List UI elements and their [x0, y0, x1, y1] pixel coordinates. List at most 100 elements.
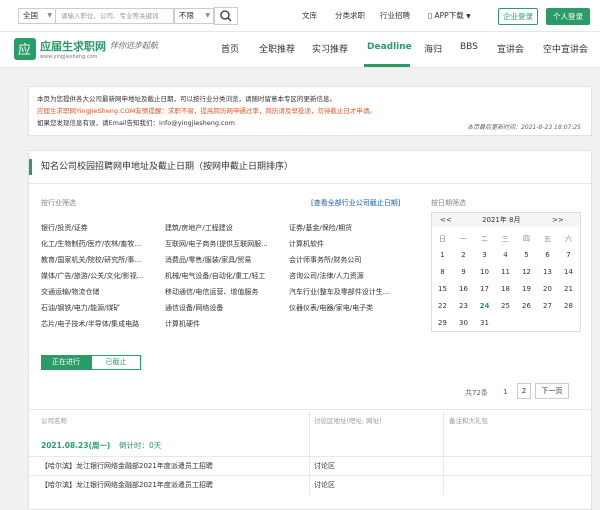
calendar-day[interactable]: 16: [453, 285, 474, 293]
calendar-day[interactable]: 21: [558, 285, 579, 293]
weekday-label: 三: [502, 235, 509, 243]
category-link[interactable]: 互联网/电子商务(提供互联网服...: [165, 239, 283, 249]
category-link[interactable]: 建筑/房地产/工程建设: [165, 223, 283, 233]
tab-expired[interactable]: 已截止: [91, 355, 141, 370]
category-link[interactable]: 计算机软件: [289, 239, 419, 249]
page-1-link[interactable]: 1: [503, 388, 507, 396]
calendar-day[interactable]: 23: [453, 302, 474, 310]
calendar-day[interactable]: 8: [432, 268, 453, 276]
nav-online-talks[interactable]: 空中宣讲会: [543, 42, 588, 55]
calendar-day[interactable]: 22: [432, 302, 453, 310]
search-icon: [220, 10, 232, 22]
category-link[interactable]: 仪器仪表/电器/家电/电子类: [289, 303, 419, 313]
calendar-day[interactable]: 14: [558, 268, 579, 276]
category-link[interactable]: 汽车行业(整车及零部件设计生...: [289, 287, 419, 297]
calendar-day[interactable]: 7: [558, 251, 579, 259]
date-group-row: 2021.08.23(周一) 倒计时：0天: [29, 437, 591, 455]
calendar-day[interactable]: 17: [474, 285, 495, 293]
category-link[interactable]: 通信设备/网络设备: [165, 303, 283, 313]
table-row[interactable]: 【哈尔滨】龙江银行网络金融部2021年度派遣员工招聘 讨论区: [29, 475, 591, 494]
category-link[interactable]: 计算机硬件: [165, 319, 283, 329]
logo-icon[interactable]: 应: [14, 38, 36, 60]
calendar-day[interactable]: 30: [453, 319, 474, 327]
link-category-jobs[interactable]: 分类求职: [335, 10, 365, 21]
calendar-day[interactable]: 9: [453, 268, 474, 276]
calendar-day[interactable]: 29: [432, 319, 453, 327]
category-link[interactable]: 咨询公司/法律/人力资源: [289, 271, 419, 281]
calendar-day[interactable]: 15: [432, 285, 453, 293]
weekday-label: 六: [565, 235, 572, 243]
type-select[interactable]: 不限 ▼: [174, 8, 214, 24]
category-link[interactable]: 证券/基金/保险/期货: [289, 223, 419, 233]
category-link[interactable]: 化工/生物制药/医疗/农林/畜牧...: [41, 239, 161, 249]
calendar-day[interactable]: 26: [516, 302, 537, 310]
category-link[interactable]: 教育/国家机关/院校/研究所/事...: [41, 255, 161, 265]
date-calendar: << 2021年 8月 >> 日一二三四五六 1 2 3 4 5 6 7 8 9 10 11 12 13 1…: [431, 212, 581, 332]
link-industry-recruit[interactable]: 行业招聘: [380, 10, 410, 21]
category-link[interactable]: 银行/投资/证券: [41, 223, 161, 233]
calendar-day[interactable]: 6: [537, 251, 558, 259]
forum-link[interactable]: 讨论区: [314, 457, 335, 475]
panel-title: 知名公司校园招聘网申地址及截止日期（按网申截止日期排序）: [29, 159, 293, 175]
calendar-day[interactable]: 28: [558, 302, 579, 310]
calendar-day[interactable]: 18: [495, 285, 516, 293]
nav-home[interactable]: 首页: [221, 42, 239, 55]
calendar-day[interactable]: 31: [474, 319, 495, 327]
next-page-button[interactable]: 下一页: [535, 383, 569, 399]
calendar-next-button[interactable]: >>: [552, 213, 564, 227]
company-link[interactable]: 【哈尔滨】龙江银行网络金融部2021年度派遣员工招聘: [41, 457, 213, 475]
tab-ongoing[interactable]: 正在进行: [41, 355, 91, 370]
calendar-day[interactable]: 10: [474, 268, 495, 276]
category-link[interactable]: 芯片/电子技术/半导体/集成电路: [41, 319, 161, 329]
nav-internship[interactable]: 实习推荐: [312, 42, 348, 55]
date-filter-label: 按日期筛选: [431, 199, 466, 207]
calendar-day[interactable]: 25: [495, 302, 516, 310]
weekday-label: 四: [523, 235, 530, 243]
calendar-day[interactable]: 13: [537, 268, 558, 276]
weekday-label: 一: [460, 235, 467, 243]
category-link[interactable]: 机械/电气设备/自动化/重工/轻工: [165, 271, 283, 281]
view-all-link[interactable]: [查看全部行业公司截止日期]: [311, 198, 400, 208]
calendar-day[interactable]: 12: [516, 268, 537, 276]
table-row[interactable]: 【哈尔滨】龙江银行网络金融部2021年度派遣员工招聘 讨论区: [29, 456, 591, 475]
calendar-day[interactable]: 27: [537, 302, 558, 310]
personal-login-button[interactable]: 个人登录: [546, 8, 590, 25]
category-link[interactable]: 交通运输/物流仓储: [41, 287, 161, 297]
category-link[interactable]: 会计师事务所/财务公司: [289, 255, 419, 265]
page-2-button[interactable]: 2: [517, 383, 531, 399]
divider: [29, 409, 591, 410]
logo-title[interactable]: 应届生求职网: [40, 38, 106, 54]
category-link[interactable]: 石油/钢铁/电力/能源/煤矿: [41, 303, 161, 313]
link-wenku[interactable]: 文库: [302, 10, 317, 21]
forum-link[interactable]: 讨论区: [314, 476, 335, 494]
nav-bbs[interactable]: BBS: [460, 42, 478, 52]
category-link[interactable]: 移动通信/电信运营、增值服务: [165, 287, 283, 297]
category-link[interactable]: 媒体/广告/旅游/公关/文化/影视...: [41, 271, 161, 281]
calendar-month: 2021年 8月: [482, 216, 521, 224]
nav-deadline[interactable]: Deadline: [367, 42, 412, 52]
calendar-header: << 2021年 8月 >>: [432, 213, 580, 227]
type-select-value: 不限: [179, 11, 194, 20]
company-login-button[interactable]: 企业登录: [498, 8, 538, 25]
group-countdown: 倒计时：0天: [119, 441, 162, 450]
phone-icon: ▯: [428, 11, 433, 20]
company-link[interactable]: 【哈尔滨】龙江银行网络金融部2021年度派遣员工招聘: [41, 476, 213, 494]
calendar-day[interactable]: 5: [516, 251, 537, 259]
calendar-day[interactable]: 19: [516, 285, 537, 293]
calendar-prev-button[interactable]: <<: [440, 213, 452, 227]
search-input[interactable]: 请输入职位、公司、专业等关键词: [56, 8, 174, 24]
calendar-day[interactable]: 24: [474, 302, 495, 310]
calendar-day[interactable]: 20: [537, 285, 558, 293]
nav-career-talks[interactable]: 宣讲会: [497, 42, 524, 55]
calendar-day[interactable]: 1: [432, 251, 453, 259]
nav-fulltime[interactable]: 全职推荐: [259, 42, 295, 55]
app-download-link[interactable]: ▯ APP下载 ▼: [428, 10, 471, 21]
search-button[interactable]: [214, 7, 238, 25]
nav-overseas[interactable]: 海归: [424, 42, 442, 55]
calendar-day[interactable]: 11: [495, 268, 516, 276]
calendar-day[interactable]: 4: [495, 251, 516, 259]
calendar-day[interactable]: 3: [474, 251, 495, 259]
calendar-day[interactable]: 2: [453, 251, 474, 259]
region-select[interactable]: 全国 ▼: [18, 8, 56, 24]
category-link[interactable]: 消费品/零售/服装/家具/贸易: [165, 255, 283, 265]
